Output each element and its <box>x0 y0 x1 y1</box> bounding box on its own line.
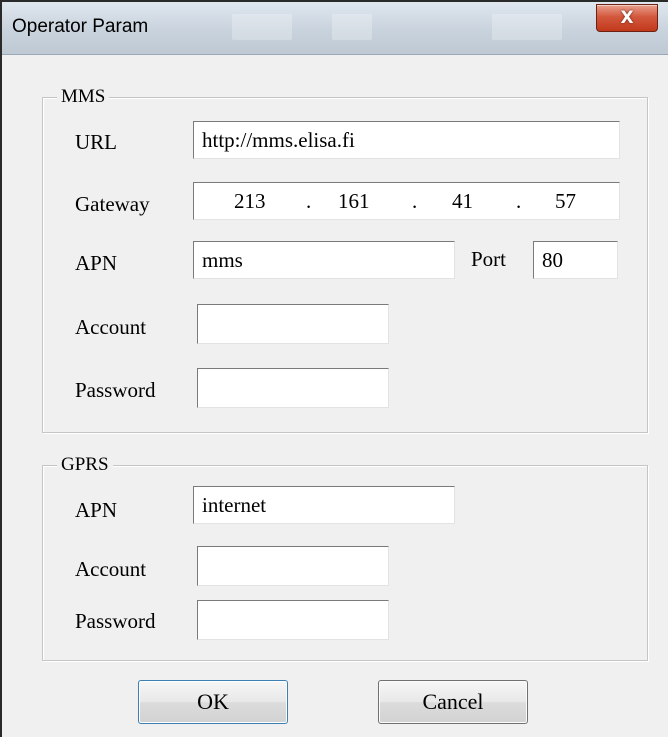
close-icon: X <box>620 8 634 28</box>
title-bar[interactable]: Operator Param X <box>2 2 668 55</box>
ok-button-label: OK <box>197 689 229 714</box>
mms-url-value: http://mms.elisa.fi <box>202 127 355 152</box>
mms-url-label: URL <box>75 130 117 154</box>
mms-port-value: 80 <box>542 247 563 272</box>
mms-apn-value: mms <box>202 247 243 272</box>
mms-url-input[interactable]: http://mms.elisa.fi <box>193 121 620 159</box>
gprs-account-input[interactable] <box>197 546 389 586</box>
title-bar-reflection <box>232 14 292 40</box>
gateway-octet-3[interactable]: 41 <box>452 183 473 219</box>
mms-port-label: Port <box>471 247 507 271</box>
gateway-dot: . <box>516 188 522 213</box>
gprs-password-input[interactable] <box>197 600 389 640</box>
ok-button[interactable]: OK <box>138 680 288 724</box>
title-bar-reflection <box>332 14 372 40</box>
title-bar-reflection <box>492 14 562 40</box>
mms-account-label: Account <box>75 315 147 339</box>
mms-gateway-ip-input[interactable]: 213 . 161 . 41 . 57 <box>193 182 620 220</box>
mms-apn-input[interactable]: mms <box>193 241 455 279</box>
mms-port-input[interactable]: 80 <box>533 241 618 279</box>
gprs-apn-value: internet <box>202 492 267 517</box>
mms-apn-label: APN <box>75 251 118 275</box>
gateway-octet-2[interactable]: 161 <box>338 183 370 219</box>
window-title: Operator Param <box>12 16 149 37</box>
gateway-octet-1[interactable]: 213 <box>234 183 266 219</box>
dialog-window: Operator Param X MMS URL http://mms.elis… <box>0 0 668 737</box>
gateway-dot: . <box>306 188 312 213</box>
mms-password-input[interactable] <box>197 368 389 408</box>
dialog-client-area: MMS URL http://mms.elisa.fi Gateway 213 … <box>2 55 668 737</box>
gprs-apn-label: APN <box>75 498 118 522</box>
mms-group: MMS URL http://mms.elisa.fi Gateway 213 … <box>42 86 648 433</box>
gprs-password-label: Password <box>75 609 156 633</box>
gateway-dot: . <box>412 188 418 213</box>
gprs-group-legend: GPRS <box>57 454 113 476</box>
close-button[interactable]: X <box>596 4 658 32</box>
gprs-apn-input[interactable]: internet <box>193 486 455 524</box>
cancel-button[interactable]: Cancel <box>378 680 528 724</box>
gateway-octet-4[interactable]: 57 <box>555 183 576 219</box>
gprs-account-label: Account <box>75 557 147 581</box>
mms-password-label: Password <box>75 378 156 402</box>
mms-gateway-label: Gateway <box>75 192 150 216</box>
cancel-button-label: Cancel <box>422 689 484 714</box>
mms-group-legend: MMS <box>57 86 110 108</box>
gprs-group: GPRS APN internet Account Password <box>42 454 648 661</box>
mms-account-input[interactable] <box>197 304 389 344</box>
